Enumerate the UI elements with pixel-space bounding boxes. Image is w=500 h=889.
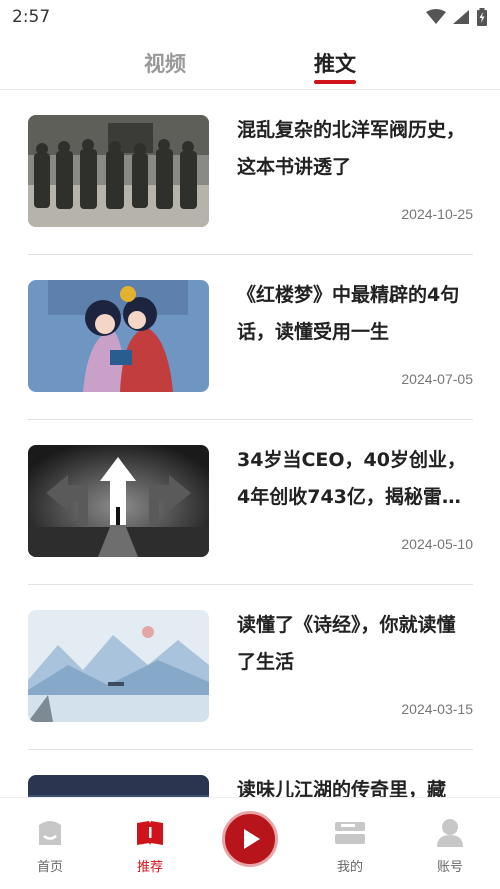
bottom-navigation: 首页 推荐 我的 账号 (0, 797, 500, 889)
tab-video[interactable]: 视频 (130, 40, 200, 88)
top-tabs: 视频 推文 (0, 40, 500, 88)
nav-account[interactable]: 账号 (400, 798, 500, 875)
article-item[interactable]: 读懂了《诗经》，你就读懂了生活 2024-03-15 (28, 585, 473, 750)
article-title[interactable]: 读味儿江湖的传奇里，藏 (237, 772, 473, 800)
article-thumbnail (28, 280, 209, 392)
home-icon (39, 821, 61, 845)
signal-icon (453, 10, 469, 24)
article-item[interactable]: 《红楼梦》中最精辟的4句话，读懂受用一生 2024-07-05 (28, 255, 473, 420)
status-time: 2:57 (12, 7, 51, 27)
tab-video-label: 视频 (144, 52, 186, 76)
nav-home[interactable]: 首页 (0, 798, 100, 875)
article-list[interactable]: 混乱复杂的北洋军阀历史，这本书讲透了 2024-10-25 《红楼梦》中最精辟的… (0, 90, 500, 800)
book-icon (137, 821, 163, 845)
article-item[interactable]: 34岁当CEO，40岁创业，4年创收743亿，揭秘雷… 2024-05-10 (28, 420, 473, 585)
article-date: 2024-05-10 (401, 536, 473, 552)
nav-account-label: 账号 (436, 860, 463, 875)
article-thumbnail (28, 610, 209, 722)
user-icon (437, 819, 463, 847)
shelf-icon (335, 822, 365, 844)
tab-articles-label: 推文 (314, 52, 356, 76)
article-title[interactable]: 读懂了《诗经》，你就读懂了生活 (237, 607, 473, 681)
article-title[interactable]: 《红楼梦》中最精辟的4句话，读懂受用一生 (237, 277, 473, 351)
nav-play[interactable] (200, 798, 300, 867)
article-date: 2024-03-15 (401, 701, 473, 717)
play-icon (244, 829, 260, 849)
article-title[interactable]: 混乱复杂的北洋军阀历史，这本书讲透了 (237, 112, 473, 186)
article-title[interactable]: 34岁当CEO，40岁创业，4年创收743亿，揭秘雷… (237, 442, 473, 516)
article-thumbnail (28, 445, 209, 557)
status-bar: 2:57 (0, 0, 500, 34)
article-date: 2024-10-25 (401, 206, 473, 222)
nav-recommend[interactable]: 推荐 (100, 798, 200, 875)
tab-articles[interactable]: 推文 (300, 40, 370, 88)
nav-recommend-label: 推荐 (136, 860, 163, 875)
play-button[interactable] (222, 811, 278, 867)
article-thumbnail (28, 115, 209, 227)
article-item[interactable]: 混乱复杂的北洋军阀历史，这本书讲透了 2024-10-25 (28, 90, 473, 255)
article-item[interactable]: 读味儿江湖的传奇里，藏 (28, 750, 473, 800)
battery-icon (477, 8, 487, 26)
nav-mine[interactable]: 我的 (300, 798, 400, 875)
nav-mine-label: 我的 (336, 860, 363, 875)
active-tab-indicator (314, 80, 356, 84)
article-date: 2024-07-05 (401, 371, 473, 387)
status-icons (426, 8, 488, 26)
wifi-icon (426, 9, 446, 24)
nav-home-label: 首页 (36, 860, 63, 875)
